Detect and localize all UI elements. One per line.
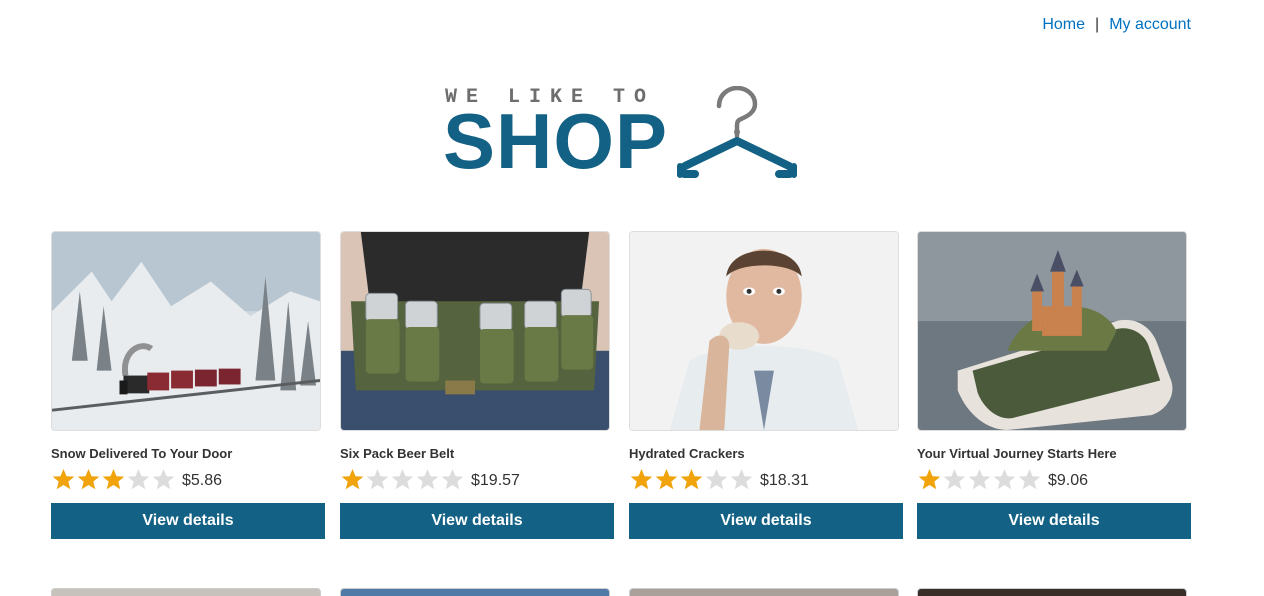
star-empty-icon [416,469,439,490]
product-price: $9.06 [1048,472,1089,489]
star-filled-icon [341,469,364,490]
star-empty-icon [730,469,753,490]
star-empty-icon [968,469,991,490]
rating-row: $5.86 [51,466,326,492]
product-image[interactable] [917,231,1187,431]
product-title: Snow Delivered To Your Door [51,446,233,461]
product-row-partial [51,588,1192,596]
view-details-button[interactable]: View details [51,503,325,539]
rating-row: $19.57 [340,466,615,492]
product-title: Six Pack Beer Belt [340,446,455,461]
product-card: Six Pack Beer Belt $19.57 View details [340,231,615,539]
star-empty-icon [1018,469,1041,490]
site-logo[interactable]: WE LIKE TO SHOP [443,84,803,184]
product-image[interactable] [340,588,610,596]
rating-row: $18.31 [629,466,904,492]
product-image[interactable] [340,231,610,431]
logo-word: SHOP [443,97,669,185]
product-title: Your Virtual Journey Starts Here [917,446,1117,461]
star-filled-icon [918,469,941,490]
product-image[interactable] [629,588,899,596]
cracker-eater-image [630,232,898,430]
home-link[interactable]: Home [1042,16,1085,34]
star-filled-icon [102,469,125,490]
my-account-link[interactable]: My account [1109,16,1191,34]
star-filled-icon [630,469,653,490]
product-image[interactable] [51,588,321,596]
star-empty-icon [441,469,464,490]
product-card: Snow Delivered To Your Door $5.86 View d… [51,231,326,539]
top-nav: Home | My account [1042,16,1191,34]
product-title: Hydrated Crackers [629,446,745,461]
rating-row: $9.06 [917,466,1192,492]
beer-belt-image [341,232,609,430]
star-empty-icon [993,469,1016,490]
star-empty-icon [943,469,966,490]
hanger-icon [677,86,797,178]
snowy-train-image [52,232,320,430]
castle-phone-image [918,232,1186,430]
view-details-button[interactable]: View details [340,503,614,539]
view-details-button[interactable]: View details [629,503,903,539]
product-price: $18.31 [760,472,809,489]
product-price: $5.86 [182,472,223,489]
star-empty-icon [152,469,175,490]
star-filled-icon [680,469,703,490]
nav-separator: | [1095,16,1100,33]
star-empty-icon [391,469,414,490]
star-empty-icon [705,469,728,490]
view-details-button[interactable]: View details [917,503,1191,539]
star-rating [340,468,465,490]
product-image[interactable] [629,231,899,431]
star-empty-icon [366,469,389,490]
product-card: Your Virtual Journey Starts Here $9.06 V… [917,231,1192,539]
star-filled-icon [655,469,678,490]
star-empty-icon [127,469,150,490]
product-price: $19.57 [471,472,520,489]
star-filled-icon [77,469,100,490]
product-card: Hydrated Crackers $18.31 View details [629,231,904,539]
star-filled-icon [52,469,75,490]
star-rating [917,468,1042,490]
product-image[interactable] [51,231,321,431]
star-rating [629,468,754,490]
star-rating [51,468,176,490]
product-image[interactable] [917,588,1187,596]
